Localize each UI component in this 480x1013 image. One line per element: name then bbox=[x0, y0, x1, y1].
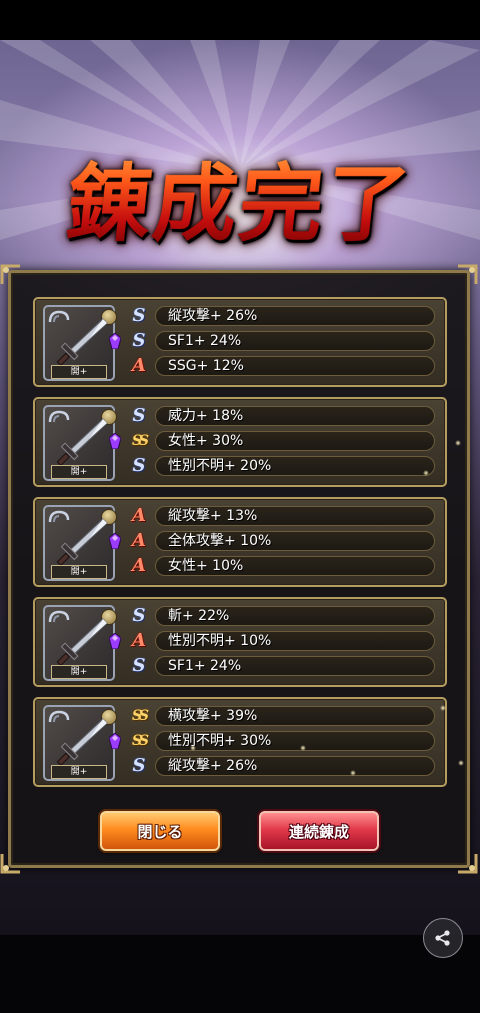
sword-icon bbox=[56, 318, 108, 367]
rank-s-badge: S bbox=[132, 455, 146, 476]
stat-value: 縦攻撃+ 13% bbox=[155, 506, 435, 526]
sparkle bbox=[440, 705, 446, 711]
enhance-tag: 開+ bbox=[51, 365, 107, 379]
sword-icon bbox=[56, 618, 108, 667]
stat-value: 横攻撃+ 39% bbox=[155, 706, 435, 726]
stat-value: 性別不明+ 20% bbox=[155, 456, 435, 476]
stat-value: 女性+ 30% bbox=[155, 431, 435, 451]
stat-row: S SF1+ 24% bbox=[129, 656, 435, 676]
stat-row: A 全体攻撃+ 10% bbox=[129, 531, 435, 551]
enhance-tag: 開+ bbox=[51, 565, 107, 579]
result-card: 開+ S 威力+ 18% SS 女性+ 30% S 性別不明+ 20% bbox=[33, 397, 447, 487]
stat-row: A SSG+ 12% bbox=[129, 356, 435, 376]
sparkle bbox=[455, 440, 461, 446]
stat-row: S SF1+ 24% bbox=[129, 331, 435, 351]
purple-gem-icon bbox=[109, 533, 121, 549]
stat-row: S 縦攻撃+ 26% bbox=[129, 756, 435, 776]
rank-ss-badge: SS bbox=[132, 733, 149, 749]
stat-row: S 縦攻撃+ 26% bbox=[129, 306, 435, 326]
sword-icon bbox=[56, 718, 108, 767]
sparkle bbox=[458, 760, 464, 766]
weapon-slot[interactable]: 開+ bbox=[43, 705, 117, 781]
stat-value: 全体攻撃+ 10% bbox=[155, 531, 435, 551]
share-icon bbox=[435, 930, 450, 946]
sparkle bbox=[300, 745, 306, 751]
stat-value: 性別不明+ 30% bbox=[155, 731, 435, 751]
rank-a-badge: A bbox=[132, 530, 146, 551]
status-bar bbox=[0, 0, 480, 40]
result-card: 開+ A 縦攻撃+ 13% A 全体攻撃+ 10% A 女性+ 10% bbox=[33, 497, 447, 587]
stat-row: S 斬+ 22% bbox=[129, 606, 435, 626]
purple-gem-icon bbox=[109, 733, 121, 749]
stat-row: SS 女性+ 30% bbox=[129, 431, 435, 451]
purple-gem-icon bbox=[109, 633, 121, 649]
weapon-slot[interactable]: 開+ bbox=[43, 605, 117, 681]
sparkle bbox=[190, 745, 196, 751]
rank-a-badge: A bbox=[132, 555, 146, 576]
stat-value: SSG+ 12% bbox=[155, 356, 435, 376]
purple-gem-icon bbox=[109, 333, 121, 349]
rank-s-badge: S bbox=[132, 605, 146, 626]
rank-a-badge: A bbox=[132, 505, 146, 526]
rank-a-badge: A bbox=[132, 630, 146, 651]
stat-row: SS 横攻撃+ 39% bbox=[129, 706, 435, 726]
stat-value: 縦攻撃+ 26% bbox=[155, 756, 435, 776]
ornament-icon bbox=[458, 854, 478, 874]
rank-s-badge: S bbox=[132, 655, 146, 676]
rank-s-badge: S bbox=[132, 755, 146, 776]
rank-ss-badge: SS bbox=[132, 433, 149, 449]
close-button[interactable]: 閉じる bbox=[100, 811, 220, 851]
ornament-icon bbox=[458, 264, 478, 284]
stat-value: 性別不明+ 10% bbox=[155, 631, 435, 651]
stat-value: SF1+ 24% bbox=[155, 331, 435, 351]
page-title: 錬成完了 bbox=[34, 140, 446, 255]
purple-gem-icon bbox=[109, 433, 121, 449]
sword-icon bbox=[56, 418, 108, 467]
stat-row: A 性別不明+ 10% bbox=[129, 631, 435, 651]
stat-value: 縦攻撃+ 26% bbox=[155, 306, 435, 326]
weapon-slot[interactable]: 開+ bbox=[43, 505, 117, 581]
share-button[interactable] bbox=[423, 918, 463, 958]
stat-value: 女性+ 10% bbox=[155, 556, 435, 576]
weapon-slot[interactable]: 開+ bbox=[43, 305, 117, 381]
enhance-tag: 開+ bbox=[51, 765, 107, 779]
result-card: 開+ SS 横攻撃+ 39% SS 性別不明+ 30% S 縦攻撃+ 26% bbox=[33, 697, 447, 787]
bottom-area bbox=[0, 935, 480, 1013]
rank-a-badge: A bbox=[132, 355, 146, 376]
enhance-tag: 開+ bbox=[51, 465, 107, 479]
rank-ss-badge: SS bbox=[132, 708, 149, 724]
stat-row: A 女性+ 10% bbox=[129, 556, 435, 576]
stat-row: SS 性別不明+ 30% bbox=[129, 731, 435, 751]
stat-row: S 威力+ 18% bbox=[129, 406, 435, 426]
stat-value: 威力+ 18% bbox=[155, 406, 435, 426]
ornament-icon bbox=[0, 264, 20, 284]
continuous-refine-button[interactable]: 連続錬成 bbox=[259, 811, 379, 851]
stat-row: A 縦攻撃+ 13% bbox=[129, 506, 435, 526]
stat-value: SF1+ 24% bbox=[155, 656, 435, 676]
enhance-tag: 開+ bbox=[51, 665, 107, 679]
stat-value: 斬+ 22% bbox=[155, 606, 435, 626]
ornament-icon bbox=[0, 854, 20, 874]
weapon-slot[interactable]: 開+ bbox=[43, 405, 117, 481]
result-card: 開+ S 斬+ 22% A 性別不明+ 10% S SF1+ 24% bbox=[33, 597, 447, 687]
rank-s-badge: S bbox=[132, 330, 146, 351]
sword-icon bbox=[56, 518, 108, 567]
rank-s-badge: S bbox=[132, 305, 146, 326]
sparkle bbox=[423, 470, 429, 476]
stat-row: S 性別不明+ 20% bbox=[129, 456, 435, 476]
result-card: 開+ S 縦攻撃+ 26% S SF1+ 24% A SSG+ 12% bbox=[33, 297, 447, 387]
rank-s-badge: S bbox=[132, 405, 146, 426]
sparkle bbox=[350, 770, 356, 776]
